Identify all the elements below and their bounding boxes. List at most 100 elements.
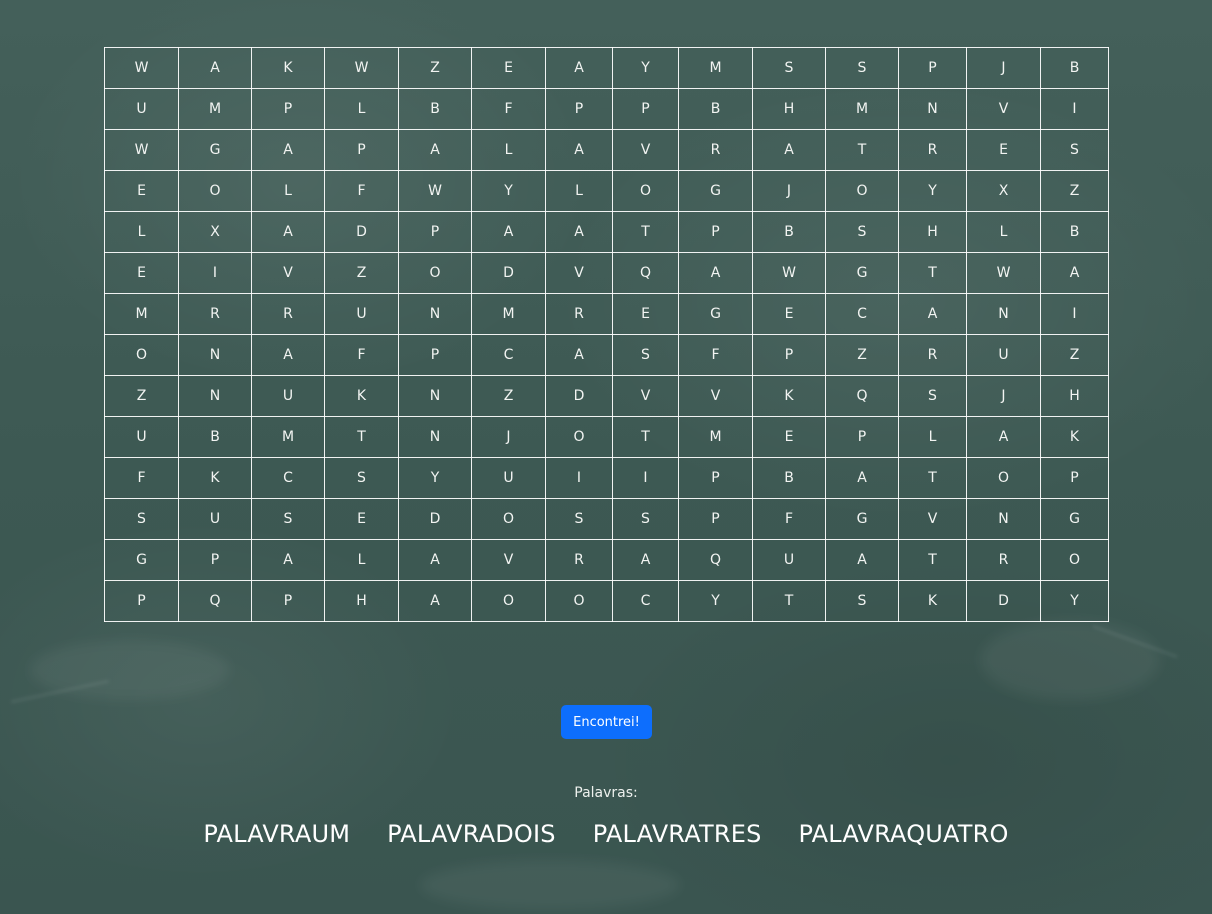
grid-cell[interactable]: O — [471, 498, 546, 540]
grid-cell[interactable]: A — [825, 457, 899, 499]
grid-cell[interactable]: Q — [825, 375, 899, 417]
grid-cell[interactable]: O — [1040, 539, 1109, 581]
grid-cell[interactable]: T — [898, 457, 967, 499]
grid-cell[interactable]: G — [678, 293, 753, 335]
grid-cell[interactable]: G — [178, 129, 252, 171]
grid-cell[interactable]: S — [545, 498, 613, 540]
grid-cell[interactable]: P — [1040, 457, 1109, 499]
grid-cell[interactable]: V — [471, 539, 546, 581]
grid-cell[interactable]: U — [104, 88, 179, 130]
grid-cell[interactable]: N — [966, 293, 1041, 335]
grid-cell[interactable]: Z — [104, 375, 179, 417]
grid-cell[interactable]: I — [178, 252, 252, 294]
grid-cell[interactable]: W — [324, 47, 399, 89]
grid-cell[interactable]: Z — [1040, 334, 1109, 376]
grid-cell[interactable]: O — [178, 170, 252, 212]
grid-cell[interactable]: Y — [471, 170, 546, 212]
grid-cell[interactable]: T — [612, 416, 679, 458]
grid-cell[interactable]: S — [825, 47, 899, 89]
grid-cell[interactable]: P — [398, 211, 472, 253]
grid-cell[interactable]: H — [898, 211, 967, 253]
grid-cell[interactable]: B — [398, 88, 472, 130]
grid-cell[interactable]: A — [678, 252, 753, 294]
grid-cell[interactable]: R — [178, 293, 252, 335]
grid-cell[interactable]: Y — [612, 47, 679, 89]
grid-cell[interactable]: A — [612, 539, 679, 581]
grid-cell[interactable]: Y — [398, 457, 472, 499]
grid-cell[interactable]: L — [324, 539, 399, 581]
grid-cell[interactable]: N — [398, 293, 472, 335]
grid-cell[interactable]: W — [104, 47, 179, 89]
grid-cell[interactable]: E — [752, 293, 826, 335]
grid-cell[interactable]: L — [471, 129, 546, 171]
grid-cell[interactable]: L — [545, 170, 613, 212]
grid-cell[interactable]: P — [178, 539, 252, 581]
grid-cell[interactable]: P — [752, 334, 826, 376]
grid-cell[interactable]: M — [678, 47, 753, 89]
grid-cell[interactable]: U — [752, 539, 826, 581]
grid-cell[interactable]: V — [251, 252, 325, 294]
grid-cell[interactable]: E — [104, 252, 179, 294]
grid-cell[interactable]: P — [398, 334, 472, 376]
grid-cell[interactable]: V — [545, 252, 613, 294]
grid-cell[interactable]: A — [545, 211, 613, 253]
grid-cell[interactable]: H — [1040, 375, 1109, 417]
grid-cell[interactable]: B — [1040, 47, 1109, 89]
grid-cell[interactable]: U — [178, 498, 252, 540]
grid-cell[interactable]: A — [898, 293, 967, 335]
grid-cell[interactable]: G — [1040, 498, 1109, 540]
grid-cell[interactable]: F — [752, 498, 826, 540]
grid-cell[interactable]: T — [898, 252, 967, 294]
grid-cell[interactable]: P — [545, 88, 613, 130]
grid-cell[interactable]: R — [678, 129, 753, 171]
grid-cell[interactable]: E — [471, 47, 546, 89]
grid-cell[interactable]: V — [678, 375, 753, 417]
grid-cell[interactable]: R — [898, 334, 967, 376]
grid-cell[interactable]: R — [545, 293, 613, 335]
grid-cell[interactable]: U — [966, 334, 1041, 376]
grid-cell[interactable]: E — [966, 129, 1041, 171]
grid-cell[interactable]: S — [752, 47, 826, 89]
grid-cell[interactable]: B — [1040, 211, 1109, 253]
grid-cell[interactable]: S — [104, 498, 179, 540]
grid-cell[interactable]: A — [471, 211, 546, 253]
grid-cell[interactable]: G — [825, 252, 899, 294]
grid-cell[interactable]: F — [324, 334, 399, 376]
grid-cell[interactable]: V — [612, 375, 679, 417]
grid-cell[interactable]: E — [324, 498, 399, 540]
grid-cell[interactable]: L — [898, 416, 967, 458]
grid-cell[interactable]: P — [678, 498, 753, 540]
grid-cell[interactable]: A — [251, 211, 325, 253]
grid-cell[interactable]: L — [966, 211, 1041, 253]
grid-cell[interactable]: F — [678, 334, 753, 376]
grid-cell[interactable]: V — [966, 88, 1041, 130]
grid-cell[interactable]: B — [178, 416, 252, 458]
grid-cell[interactable]: A — [545, 47, 613, 89]
grid-cell[interactable]: A — [966, 416, 1041, 458]
grid-cell[interactable]: H — [752, 88, 826, 130]
grid-cell[interactable]: F — [104, 457, 179, 499]
grid-cell[interactable]: S — [612, 334, 679, 376]
grid-cell[interactable]: G — [825, 498, 899, 540]
grid-cell[interactable]: W — [966, 252, 1041, 294]
grid-cell[interactable]: O — [471, 580, 546, 622]
grid-cell[interactable]: A — [545, 334, 613, 376]
grid-cell[interactable]: W — [104, 129, 179, 171]
grid-cell[interactable]: R — [966, 539, 1041, 581]
grid-cell[interactable]: O — [612, 170, 679, 212]
grid-cell[interactable]: J — [752, 170, 826, 212]
grid-cell[interactable]: K — [324, 375, 399, 417]
grid-cell[interactable]: G — [678, 170, 753, 212]
grid-cell[interactable]: P — [612, 88, 679, 130]
grid-cell[interactable]: O — [825, 170, 899, 212]
grid-cell[interactable]: Z — [324, 252, 399, 294]
grid-cell[interactable]: U — [251, 375, 325, 417]
grid-cell[interactable]: K — [752, 375, 826, 417]
grid-cell[interactable]: C — [612, 580, 679, 622]
grid-cell[interactable]: K — [178, 457, 252, 499]
grid-cell[interactable]: U — [324, 293, 399, 335]
grid-cell[interactable]: X — [966, 170, 1041, 212]
grid-cell[interactable]: I — [1040, 293, 1109, 335]
grid-cell[interactable]: O — [966, 457, 1041, 499]
grid-cell[interactable]: P — [678, 211, 753, 253]
